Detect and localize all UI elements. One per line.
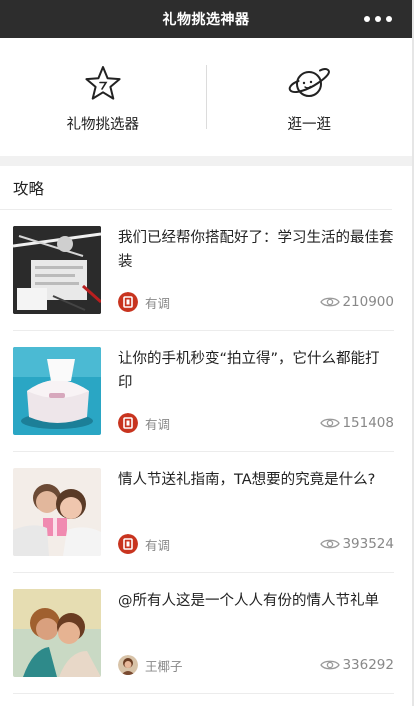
- youdiao-logo-icon: [118, 534, 138, 554]
- gift-picker-label: 礼物挑选器: [66, 116, 140, 133]
- couple-kiss-photo: [13, 589, 101, 677]
- eye-icon: [320, 297, 341, 307]
- view-count: 210900: [320, 294, 394, 310]
- view-count: 336292: [320, 657, 394, 673]
- page-title: 礼物挑选神器: [162, 12, 250, 28]
- author-avatar: [118, 292, 138, 312]
- view-count-value: 210900: [342, 294, 394, 310]
- article-item[interactable]: 我们已经帮你搭配好了：学习生活的最佳套装 有调 210900: [13, 210, 394, 331]
- app-page: 礼物挑选神器 礼物挑选器 逛一逛 攻略 我们已经帮你搭配好了：学习生活的最佳套装…: [0, 0, 414, 706]
- article-thumbnail: [13, 347, 101, 435]
- author-name: 有调: [145, 295, 171, 311]
- dot-icon: [386, 16, 392, 22]
- article-title: 情人节送礼指南，TA想要的究竟是什么?: [118, 472, 376, 488]
- article-item[interactable]: 让你的手机秒变“拍立得”，它什么都能打印 有调 151408: [13, 331, 394, 452]
- author-avatar: [118, 413, 138, 433]
- youdiao-logo-icon: [118, 292, 138, 312]
- author-avatar: [118, 534, 138, 554]
- eye-icon: [320, 418, 341, 428]
- browse-button[interactable]: 逛一逛: [207, 38, 413, 156]
- article-thumbnail: [13, 226, 101, 314]
- section-title: 攻略: [0, 166, 392, 210]
- author-avatar: [118, 655, 138, 675]
- article-title: @所有人这是一个人人有份的情人节礼单: [118, 593, 379, 609]
- article-meta: 有调 210900: [118, 290, 394, 314]
- article-meta: 王椰子 336292: [118, 653, 394, 677]
- view-count-value: 336292: [342, 657, 394, 673]
- article-item[interactable]: @所有人这是一个人人有份的情人节礼单 王椰子 336292: [13, 573, 394, 694]
- gift-picker-button[interactable]: 礼物挑选器: [0, 38, 206, 156]
- more-menu-button[interactable]: [364, 10, 392, 28]
- view-count-value: 151408: [342, 415, 394, 431]
- stationery-photo: [13, 226, 101, 314]
- article-thumbnail: [13, 468, 101, 556]
- quick-actions: 礼物挑选器 逛一逛: [0, 38, 412, 166]
- user-avatar-icon: [118, 655, 138, 675]
- article-title: 我们已经帮你搭配好了：学习生活的最佳套装: [118, 230, 394, 270]
- view-count: 151408: [320, 415, 394, 431]
- article-title: 让你的手机秒变“拍立得”，它什么都能打印: [118, 351, 380, 391]
- author-name: 王椰子: [145, 658, 183, 674]
- view-count-value: 393524: [342, 536, 394, 552]
- planet-icon: [288, 67, 331, 97]
- youdiao-logo-icon: [118, 413, 138, 433]
- title-bar: 礼物挑选神器: [0, 0, 412, 38]
- article-list: 我们已经帮你搭配好了：学习生活的最佳套装 有调 210900 让你的手机秒变“拍…: [13, 210, 394, 694]
- article-meta: 有调 393524: [118, 532, 394, 556]
- browse-label: 逛一逛: [287, 116, 332, 133]
- dot-icon: [364, 16, 370, 22]
- eye-icon: [320, 660, 341, 670]
- article-item[interactable]: 情人节送礼指南，TA想要的究竟是什么? 有调 393524: [13, 452, 394, 573]
- eye-icon: [320, 539, 341, 549]
- article-meta: 有调 151408: [118, 411, 394, 435]
- mini-printer-photo: [13, 347, 101, 435]
- author-name: 有调: [145, 537, 171, 553]
- star-icon: [85, 65, 121, 100]
- dot-icon: [375, 16, 381, 22]
- author-name: 有调: [145, 416, 171, 432]
- couple-gift-photo: [13, 468, 101, 556]
- article-thumbnail: [13, 589, 101, 677]
- view-count: 393524: [320, 536, 394, 552]
